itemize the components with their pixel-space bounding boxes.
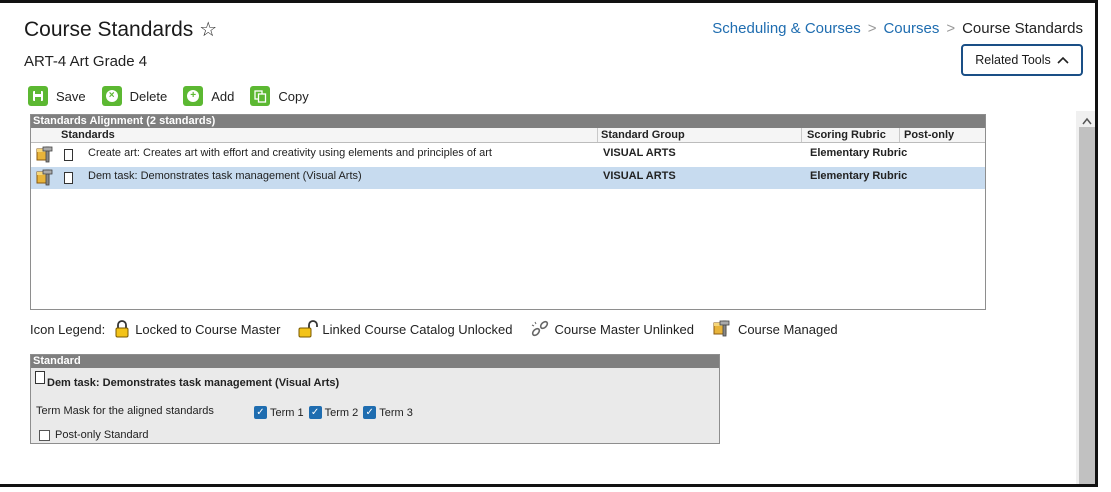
legend-item-unlocked: Linked Course Catalog Unlocked [298,320,512,338]
legend-item-label: Locked to Course Master [135,321,281,337]
related-tools-button[interactable]: Related Tools [961,44,1083,76]
column-header-scoring-rubric[interactable]: Scoring Rubric [807,129,886,141]
row-standard: Dem task: Demonstrates task management (… [88,170,362,182]
standard-document-icon [35,371,45,384]
post-only-standard-checkbox[interactable]: Post-only Standard [39,429,149,441]
course-managed-icon [36,146,53,163]
term-1-checkbox[interactable]: ✓ Term 1 [254,406,304,419]
checkmark-icon: ✓ [363,406,377,419]
course-managed-icon [713,320,730,337]
save-label: Save [56,88,86,104]
row-standard: Create art: Creates art with effort and … [88,147,492,159]
row-scoring-rubric: Elementary Rubric [810,170,908,182]
term-mask-label: Term Mask for the aligned standards [36,405,214,417]
grid-header: Standards Standard Group Scoring Rubric … [31,128,985,143]
checkbox-box [39,429,50,441]
page-title: Course Standards ☆ [24,17,217,42]
row-standard-group: VISUAL ARTS [603,147,676,159]
icon-legend: Icon Legend: Locked to Course Master Lin… [30,319,856,339]
legend-item-label: Course Managed [737,321,838,337]
save-button[interactable]: Save [28,86,86,106]
standard-name: Dem task: Demonstrates task management (… [47,377,340,389]
standards-alignment-grid: Standards Alignment (2 standards) Standa… [30,114,986,310]
breadcrumb-scheduling-courses[interactable]: Scheduling & Courses [712,20,860,37]
term-label: Term 1 [270,406,304,419]
legend-item-managed: Course Managed [712,320,838,338]
toolbar: Save × Delete + Add Copy [28,85,325,107]
delete-icon: × [101,86,122,106]
standard-panel-title: Standard [31,355,719,368]
add-label: Add [211,88,235,104]
breadcrumb-current: Course Standards [962,20,1083,37]
grid-title: Standards Alignment (2 standards) [31,115,985,128]
checkmark-icon: ✓ [254,406,267,419]
term-2-checkbox[interactable]: ✓ Term 2 [308,406,359,419]
row-standard-group: VISUAL ARTS [603,170,676,182]
related-tools-label: Related Tools [975,53,1051,67]
save-icon [28,86,48,106]
broken-link-icon [532,320,549,337]
delete-button[interactable]: × Delete [101,86,168,106]
legend-item-label: Linked Course Catalog Unlocked [322,321,513,337]
add-button[interactable]: + Add [183,86,234,106]
row-scoring-rubric: Elementary Rubric [810,147,908,159]
legend-item-locked: Locked to Course Master [113,320,280,338]
course-subtitle: ART-4 Art Grade 4 [24,53,148,70]
standard-document-icon [64,172,73,184]
breadcrumb-courses[interactable]: Courses [883,20,939,37]
chevron-up-icon [1057,56,1069,64]
scroll-up-arrow-icon[interactable] [1082,117,1092,125]
copy-icon [250,86,271,106]
delete-label: Delete [129,88,168,104]
term-3-checkbox[interactable]: ✓ Term 3 [363,406,413,419]
legend-item-unlinked: Course Master Unlinked [530,320,694,338]
add-icon: + [183,86,204,106]
table-row[interactable]: Create art: Creates art with effort and … [31,144,985,166]
page-title-text: Course Standards [24,18,194,41]
post-only-label: Post-only Standard [55,429,149,441]
course-managed-icon [36,169,53,186]
column-header-standard-group[interactable]: Standard Group [601,129,685,141]
star-outline-icon[interactable]: ☆ [199,19,217,41]
table-row-selected[interactable]: Dem task: Demonstrates task management (… [31,167,985,189]
column-header-post-only[interactable]: Post-only [904,129,954,141]
copy-label: Copy [278,88,309,104]
breadcrumb-separator-icon: > [946,20,956,37]
standard-detail-panel: Standard Dem task: Demonstrates task man… [30,354,720,444]
unlock-icon [298,320,319,338]
term-label: Term 2 [324,406,359,419]
term-label: Term 3 [379,406,413,419]
copy-button[interactable]: Copy [250,86,309,106]
app-window: Course Standards ☆ ART-4 Art Grade 4 Sche… [0,0,1098,487]
standard-document-icon [64,149,73,161]
breadcrumb: Scheduling & Courses > Courses > Course Stan… [712,20,1083,37]
legend-label: Icon Legend: [30,321,106,337]
checkmark-icon: ✓ [308,406,322,419]
lock-icon [115,320,129,338]
legend-item-label: Course Master Unlinked [554,321,694,337]
column-header-standards[interactable]: Standards [61,129,115,141]
breadcrumb-separator-icon: > [867,20,877,37]
term-mask-checkboxes: ✓ Term 1 ✓ Term 2 ✓ Term 3 [254,406,418,419]
scrollbar-thumb[interactable] [1079,127,1095,484]
